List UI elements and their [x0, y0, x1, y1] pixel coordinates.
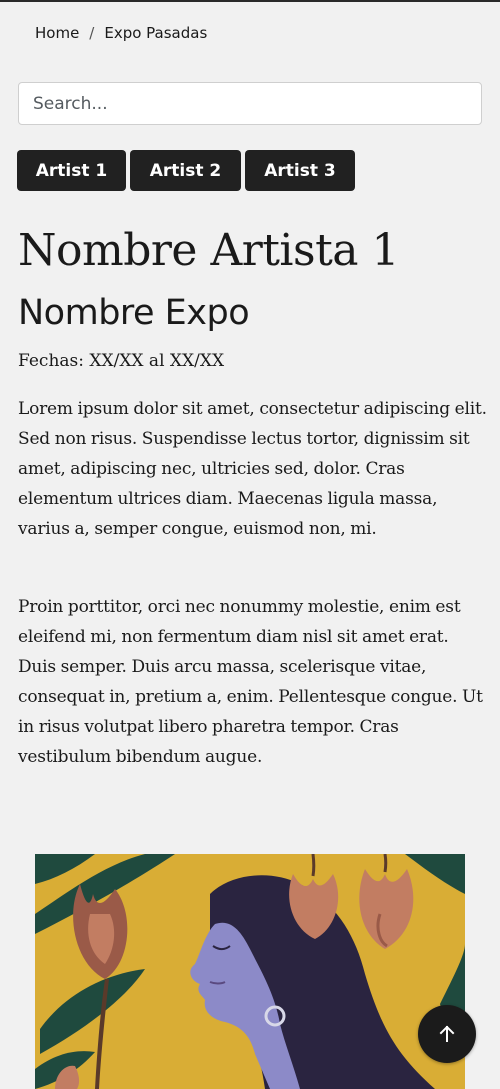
- artist-1-button[interactable]: Artist 1: [17, 150, 126, 191]
- exhibition-dates: Fechas: XX/XX al XX/XX: [18, 351, 225, 371]
- artwork-image: [35, 854, 465, 1089]
- description-paragraph-1: Lorem ipsum dolor sit amet, consectetur …: [18, 399, 487, 539]
- artist-2-button[interactable]: Artist 2: [130, 150, 241, 191]
- search-input[interactable]: [18, 82, 482, 125]
- back-to-top-button[interactable]: [418, 1005, 476, 1063]
- breadcrumb-home-link[interactable]: Home: [35, 24, 79, 42]
- breadcrumb-current: Expo Pasadas: [104, 24, 208, 42]
- arrow-up-icon: [439, 1025, 455, 1042]
- artwork-illustration: [35, 854, 465, 1089]
- artist-name-heading: Nombre Artista 1: [18, 225, 399, 276]
- breadcrumb: Home / Expo Pasadas: [35, 24, 207, 42]
- breadcrumb-separator: /: [89, 24, 95, 42]
- artist-3-button[interactable]: Artist 3: [245, 150, 355, 191]
- expo-name-heading: Nombre Expo: [18, 293, 250, 333]
- artist-button-group: Artist 1 Artist 2 Artist 3: [17, 150, 355, 191]
- description-paragraph-2: Proin porttitor, orci nec nonummy molest…: [18, 597, 483, 767]
